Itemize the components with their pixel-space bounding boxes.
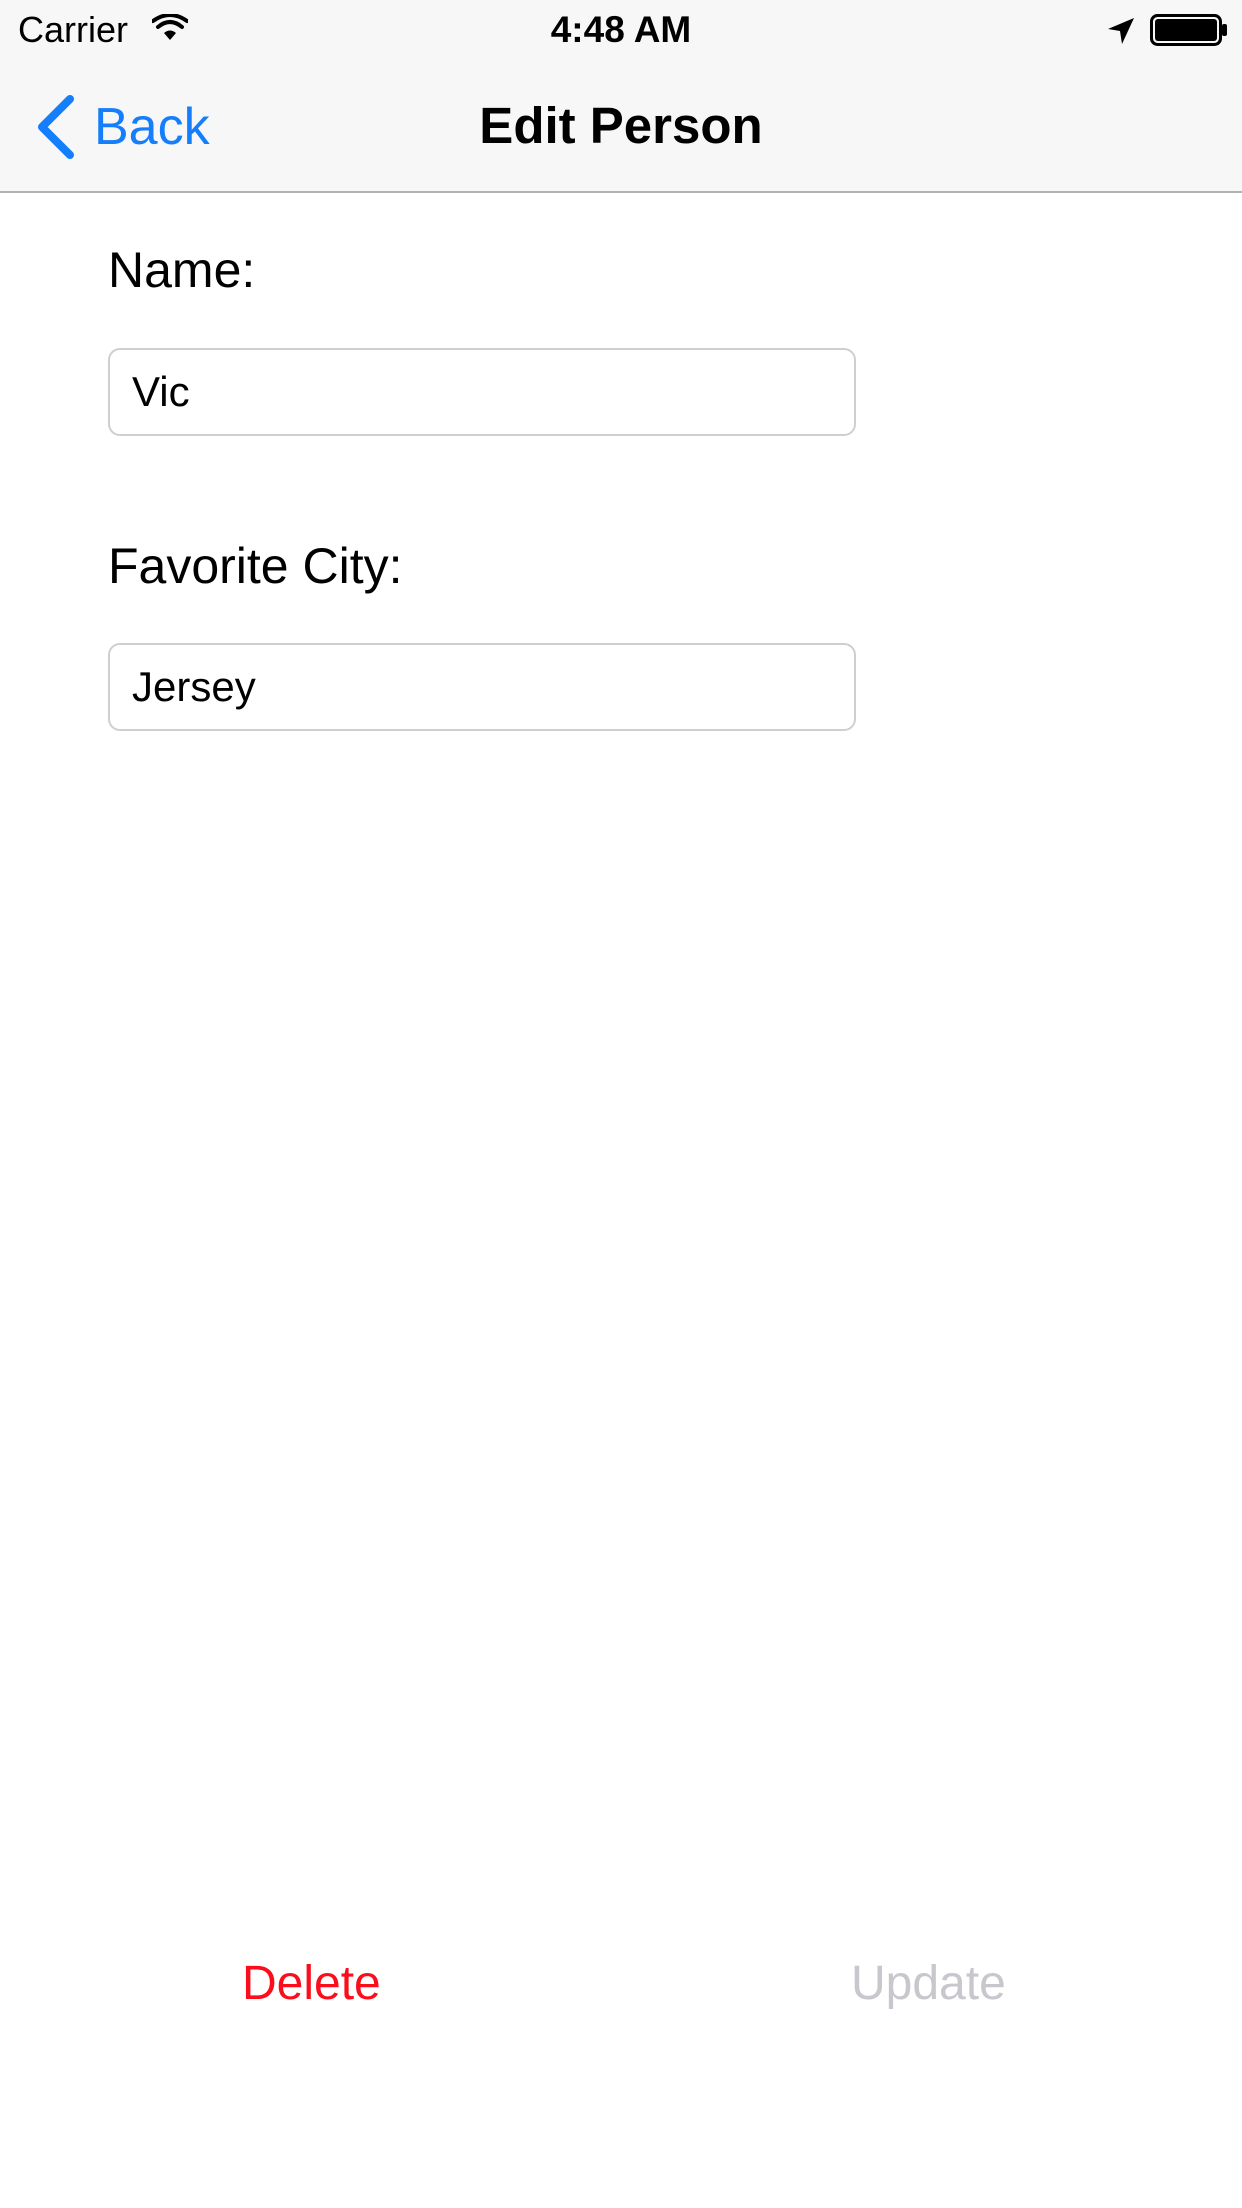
delete-button[interactable]: Delete bbox=[242, 1954, 381, 2014]
navigation-bar: Back Edit Person bbox=[0, 60, 1242, 193]
status-bar: Carrier 4:48 AM bbox=[0, 0, 1242, 60]
page-title: Edit Person bbox=[479, 97, 763, 154]
favorite-city-field[interactable] bbox=[108, 643, 856, 731]
name-label: Name: bbox=[108, 242, 256, 298]
update-button[interactable]: Update bbox=[851, 1954, 1006, 2014]
favorite-city-label: Favorite City: bbox=[108, 538, 403, 594]
name-field[interactable] bbox=[108, 348, 856, 436]
battery-icon bbox=[1150, 14, 1227, 46]
location-arrow-icon bbox=[1108, 18, 1134, 44]
status-time: 4:48 AM bbox=[550, 9, 692, 50]
